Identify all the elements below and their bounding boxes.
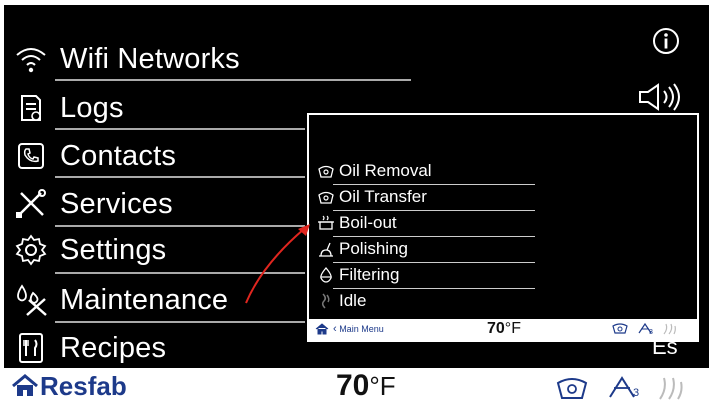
menu-item-label: Contacts bbox=[60, 139, 177, 172]
brand-name: Resfab bbox=[40, 371, 127, 401]
status-icons: 3 bbox=[555, 373, 685, 406]
submenu-item-label: Idle bbox=[339, 291, 367, 310]
oil-status-icon[interactable] bbox=[555, 373, 589, 406]
divider bbox=[55, 79, 411, 81]
divider bbox=[333, 262, 535, 263]
heat-status-icon[interactable] bbox=[655, 373, 685, 406]
level-status-icon[interactable]: 3 bbox=[607, 373, 640, 406]
divider bbox=[55, 321, 305, 323]
temperature-unit: °F bbox=[369, 371, 396, 401]
home-icon[interactable] bbox=[12, 374, 38, 403]
submenu-status-bar: ‹ Main Menu 70°F 3 bbox=[309, 319, 697, 340]
bottom-status-bar: Resfab 70°F 3 bbox=[0, 368, 709, 408]
submenu-item-label: Boil-out bbox=[339, 213, 397, 232]
submenu-item-idle[interactable]: Idle bbox=[317, 290, 366, 312]
left-border bbox=[0, 0, 4, 408]
menu-item-wifi-networks[interactable]: Wifi Networks bbox=[10, 37, 240, 81]
menu-item-services[interactable]: Services bbox=[10, 182, 173, 226]
maintenance-icon bbox=[10, 282, 52, 318]
phone-icon bbox=[10, 138, 52, 174]
level-status-icon[interactable]: 3 bbox=[637, 321, 653, 340]
menu-item-recipes[interactable]: Recipes bbox=[10, 326, 166, 370]
temperature-readout: 70°F bbox=[487, 320, 521, 338]
divider bbox=[333, 236, 535, 237]
info-icon[interactable] bbox=[651, 26, 681, 61]
submenu-item-label: Filtering bbox=[339, 265, 400, 284]
submenu-item-boil-out[interactable]: Boil-out bbox=[317, 212, 397, 234]
menu-item-label: Maintenance bbox=[60, 283, 229, 316]
menu-item-label: Services bbox=[60, 187, 173, 220]
back-to-main-menu-link[interactable]: ‹ Main Menu bbox=[333, 323, 384, 335]
logs-icon bbox=[10, 90, 52, 126]
temperature-value: 70 bbox=[336, 369, 370, 402]
divider bbox=[55, 128, 305, 130]
language-toggle[interactable]: Es bbox=[652, 334, 678, 360]
recipes-icon bbox=[10, 330, 52, 366]
submenu-item-polishing[interactable]: Polishing bbox=[317, 238, 408, 260]
menu-item-label: Logs bbox=[60, 91, 124, 124]
oil-removal-icon bbox=[317, 162, 335, 180]
wifi-icon bbox=[10, 41, 52, 77]
submenu-item-oil-removal[interactable]: Oil Removal bbox=[317, 160, 432, 182]
speaker-icon[interactable] bbox=[636, 82, 688, 117]
divider bbox=[333, 288, 535, 289]
home-icon[interactable] bbox=[315, 322, 329, 340]
oil-status-icon[interactable] bbox=[611, 321, 629, 340]
menu-item-label: Wifi Networks bbox=[60, 42, 240, 75]
menu-item-label: Recipes bbox=[60, 331, 167, 364]
menu-item-logs[interactable]: Logs bbox=[10, 86, 124, 130]
temperature-value: 70 bbox=[487, 320, 505, 337]
submenu-item-label: Polishing bbox=[339, 239, 408, 258]
top-border bbox=[0, 0, 709, 5]
tools-icon bbox=[10, 186, 52, 222]
temperature-readout: 70°F bbox=[336, 369, 396, 403]
divider bbox=[333, 210, 535, 211]
oil-transfer-icon bbox=[317, 188, 335, 206]
menu-item-maintenance[interactable]: Maintenance bbox=[10, 278, 228, 322]
level-count: 3 bbox=[633, 387, 640, 399]
divider bbox=[55, 176, 305, 178]
maintenance-submenu-popup: Oil Removal Oil Transfer Boil-out Polish… bbox=[307, 113, 699, 342]
menu-item-settings[interactable]: Settings bbox=[10, 228, 166, 272]
screen: Wifi Networks Logs Contacts Services Set… bbox=[0, 0, 709, 408]
submenu-item-label: Oil Transfer bbox=[339, 187, 427, 206]
menu-item-label: Settings bbox=[60, 233, 167, 266]
back-label: Main Menu bbox=[339, 324, 384, 334]
menu-item-contacts[interactable]: Contacts bbox=[10, 134, 176, 178]
submenu-item-oil-transfer[interactable]: Oil Transfer bbox=[317, 186, 427, 208]
submenu-item-filtering[interactable]: Filtering bbox=[317, 264, 399, 286]
temperature-unit: °F bbox=[504, 320, 521, 337]
annotation-arrow bbox=[245, 224, 310, 304]
divider bbox=[333, 184, 535, 185]
gear-icon bbox=[10, 232, 52, 268]
submenu-item-label: Oil Removal bbox=[339, 161, 432, 180]
chevron-left-icon: ‹ bbox=[333, 323, 337, 335]
